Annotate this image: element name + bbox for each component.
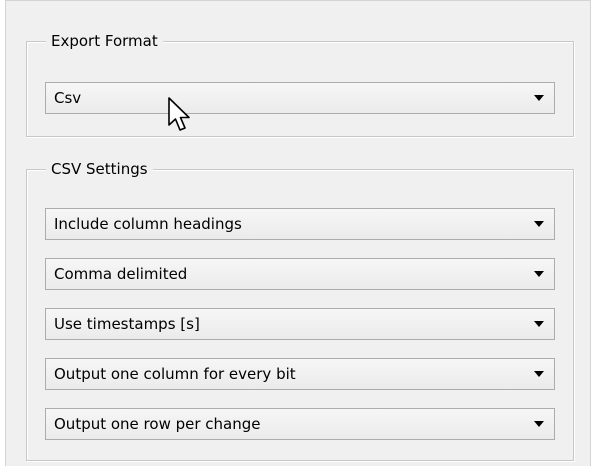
timestamps-value: Use timestamps [s] xyxy=(54,315,200,333)
chevron-down-icon xyxy=(534,271,544,277)
csv-settings-group: CSV Settings Include column headings Com… xyxy=(26,159,574,461)
export-format-selected-value: Csv xyxy=(54,89,82,107)
export-format-dropdown[interactable]: Csv xyxy=(45,82,555,114)
chevron-down-icon xyxy=(534,321,544,327)
bit-columns-dropdown[interactable]: Output one column for every bit xyxy=(45,358,555,390)
delimiter-dropdown[interactable]: Comma delimited xyxy=(45,258,555,290)
column-headings-dropdown[interactable]: Include column headings xyxy=(45,208,555,240)
export-format-group: Export Format Csv xyxy=(26,31,574,137)
csv-settings-legend: CSV Settings xyxy=(46,159,153,179)
export-format-legend: Export Format xyxy=(46,31,163,51)
delimiter-value: Comma delimited xyxy=(54,265,188,283)
chevron-down-icon xyxy=(534,421,544,427)
row-output-dropdown[interactable]: Output one row per change xyxy=(45,408,555,440)
timestamps-dropdown[interactable]: Use timestamps [s] xyxy=(45,308,555,340)
column-headings-value: Include column headings xyxy=(54,215,242,233)
bit-columns-value: Output one column for every bit xyxy=(54,365,296,383)
chevron-down-icon xyxy=(534,95,544,101)
chevron-down-icon xyxy=(534,371,544,377)
chevron-down-icon xyxy=(534,221,544,227)
export-settings-panel: Export Format Csv CSV Settings Include c… xyxy=(5,0,591,466)
row-output-value: Output one row per change xyxy=(54,415,261,433)
